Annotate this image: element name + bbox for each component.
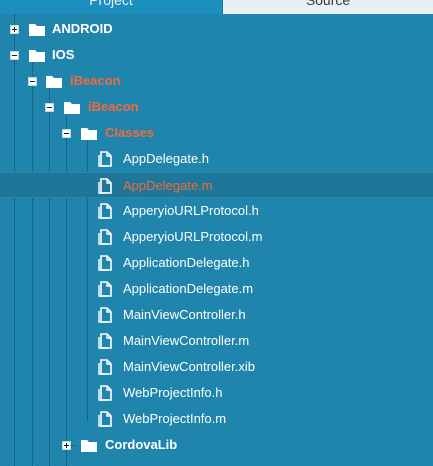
tree-row-ibeacon-project[interactable]: iBeacon	[0, 94, 433, 120]
tree-label-ios: IOS	[52, 47, 75, 62]
project-tree: ANDROID IOS iBeacon iBeacon Classes AppD…	[0, 14, 433, 466]
file-icon	[98, 411, 112, 427]
collapse-icon[interactable]	[28, 77, 37, 86]
folder-icon	[64, 102, 80, 114]
tree-label-file: MainViewController.h	[123, 307, 246, 322]
tree-label-ibeacon-group: iBeacon	[70, 73, 121, 88]
folder-icon	[81, 440, 97, 452]
tree-row-ibeacon-group[interactable]: iBeacon	[0, 68, 433, 94]
folder-icon	[29, 24, 45, 36]
tree-label-classes: Classes	[105, 125, 155, 140]
tree-label-ibeacon-project: iBeacon	[88, 99, 139, 114]
tab-project[interactable]: Project	[0, 0, 223, 14]
tree-row-file[interactable]: AppDelegate.h	[0, 146, 433, 172]
folder-icon	[81, 128, 97, 140]
folder-icon	[46, 76, 62, 88]
tab-project-label: Project	[89, 0, 133, 8]
tree-label-file: AppDelegate.m	[123, 178, 213, 193]
file-icon	[98, 229, 112, 245]
tree-row-file[interactable]: ApperyioURLProtocol.m	[0, 224, 433, 250]
tree-row-android[interactable]: ANDROID	[0, 16, 433, 42]
tree-row-file[interactable]: ApperyioURLProtocol.h	[0, 198, 433, 224]
file-icon	[98, 333, 112, 349]
file-icon	[98, 203, 112, 219]
tree-row-file[interactable]: ApplicationDelegate.m	[0, 276, 433, 302]
tree-label-file: MainViewController.m	[123, 333, 250, 348]
tree-row-file[interactable]: MainViewController.h	[0, 302, 433, 328]
tree-label-file: AppDelegate.h	[123, 151, 210, 166]
tree-row-file[interactable]: ApplicationDelegate.h	[0, 250, 433, 276]
collapse-icon[interactable]	[45, 103, 54, 112]
tree-label-file: MainViewController.xib	[123, 359, 255, 374]
tree-row-file[interactable]: MainViewController.xib	[0, 354, 433, 380]
panel-tabs: Project Source	[0, 0, 433, 14]
tree-label-file: ApplicationDelegate.m	[123, 281, 254, 296]
expand-icon[interactable]	[10, 25, 19, 34]
tree-label-file: WebProjectInfo.m	[123, 411, 227, 426]
file-icon	[98, 281, 112, 297]
tree-label-file: ApplicationDelegate.h	[123, 255, 250, 270]
file-icon	[98, 385, 112, 401]
collapse-icon[interactable]	[62, 129, 71, 138]
file-icon	[98, 178, 112, 194]
tree-row-classes[interactable]: Classes	[0, 120, 433, 146]
tree-label-file: ApperyioURLProtocol.m	[123, 229, 263, 244]
expand-icon[interactable]	[62, 441, 71, 450]
tree-label-android: ANDROID	[52, 21, 113, 36]
file-icon	[98, 359, 112, 375]
tree-label-cordovalib: CordovaLib	[105, 437, 178, 452]
file-icon	[98, 255, 112, 271]
tab-source-label: Source	[305, 0, 351, 8]
tree-row-file[interactable]: WebProjectInfo.h	[0, 380, 433, 406]
tree-row-file[interactable]: MainViewController.m	[0, 328, 433, 354]
folder-icon	[29, 50, 45, 62]
tab-source[interactable]: Source	[223, 0, 433, 14]
collapse-icon[interactable]	[10, 51, 19, 60]
tree-label-file: WebProjectInfo.h	[123, 385, 223, 400]
tree-row-file-selected[interactable]: AppDelegate.m	[0, 172, 433, 198]
tree-row-ios[interactable]: IOS	[0, 42, 433, 68]
tree-row-cordovalib[interactable]: CordovaLib	[0, 432, 433, 458]
tree-label-file: ApperyioURLProtocol.h	[123, 203, 259, 218]
tree-row-file[interactable]: WebProjectInfo.m	[0, 406, 433, 432]
file-icon	[98, 307, 112, 323]
file-icon	[98, 151, 112, 167]
